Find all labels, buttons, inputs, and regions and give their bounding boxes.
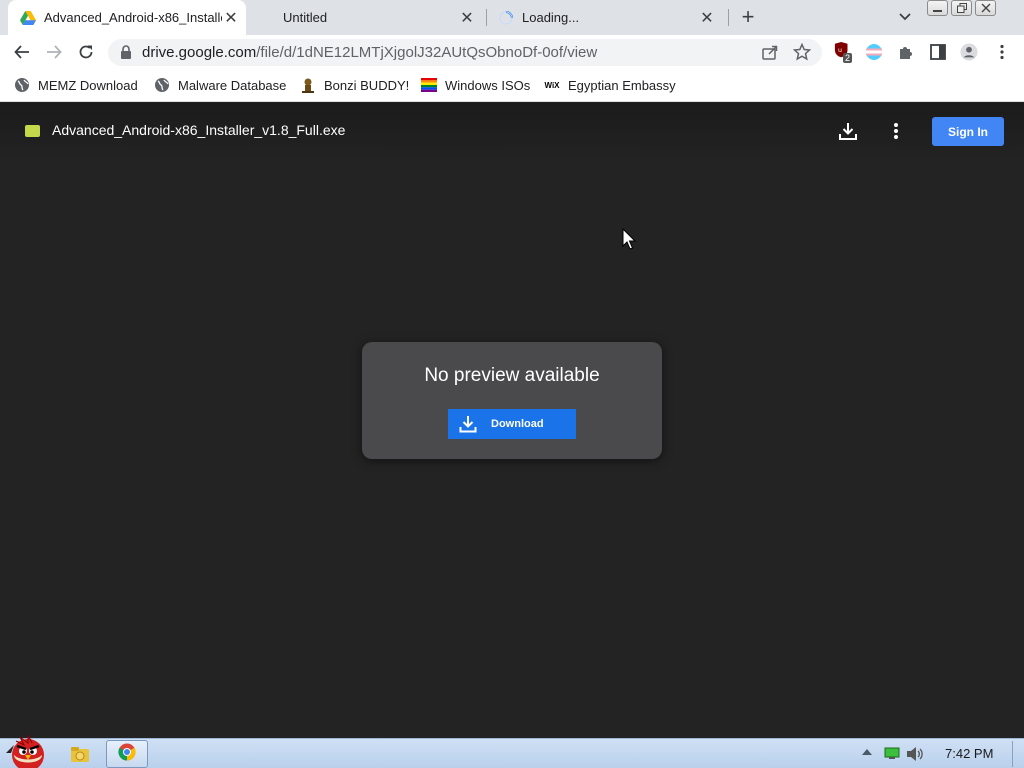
bookmark-label: Bonzi BUDDY!: [324, 77, 410, 93]
tab-separator: [486, 9, 487, 26]
bookmark-malware-database[interactable]: Malware Database: [154, 76, 286, 94]
mouse-cursor-icon: [622, 227, 638, 252]
minimize-button[interactable]: [927, 0, 948, 16]
viewer-header: Advanced_Android-x86_Installer_v1.8_Full…: [0, 103, 1024, 161]
tab-title: Loading...: [522, 10, 580, 25]
bookmark-star-icon[interactable]: [793, 43, 811, 61]
chrome-taskbar-button[interactable]: [106, 740, 148, 768]
download-button-label: Download: [491, 418, 544, 430]
extensions-puzzle-icon[interactable]: [897, 43, 915, 61]
reload-button[interactable]: [75, 41, 97, 63]
wix-icon: WiX: [544, 80, 560, 90]
network-icon[interactable]: [884, 747, 900, 760]
profile-avatar-icon[interactable]: [960, 43, 978, 61]
taskbar: 7:42 PM: [0, 734, 1024, 768]
url-host: drive.google.com: [142, 44, 257, 61]
restore-button[interactable]: [951, 0, 972, 16]
tab-loading[interactable]: Loading... ✕: [494, 0, 722, 35]
bookmark-windows-isos[interactable]: Windows ISOs: [421, 76, 530, 94]
bookmark-label: MEMZ Download: [38, 77, 138, 93]
url-text: drive.google.com/file/d/1dNE12LMTjXjgolJ…: [142, 44, 597, 61]
bonzi-icon: [300, 77, 316, 93]
bookmark-bonzi-buddy[interactable]: Bonzi BUDDY!: [300, 76, 409, 94]
globe-icon: [14, 77, 30, 93]
lock-icon[interactable]: [120, 45, 132, 64]
svg-text:u: u: [838, 47, 842, 54]
url-path: /file/d/1dNE12LMTjXjgolJ32AUtQsObnoDf-0o…: [256, 44, 598, 61]
tab-title: Advanced_Android-x86_Installer_v1.8_Full…: [44, 10, 222, 25]
no-preview-card: No preview available Download: [362, 342, 662, 459]
close-tab-icon[interactable]: ✕: [458, 9, 476, 27]
ublock-extension-icon[interactable]: u 2: [834, 42, 853, 63]
system-clock[interactable]: 7:42 PM: [945, 746, 993, 761]
file-explorer-icon[interactable]: [70, 744, 90, 764]
bookmarks-bar: MEMZ Download Malware Database Bonzi BUD…: [0, 69, 1024, 102]
google-drive-icon: [20, 10, 36, 26]
bookmark-egyptian-embassy[interactable]: WiX Egyptian Embassy: [544, 76, 676, 94]
bookmark-memz-download[interactable]: MEMZ Download: [14, 76, 138, 94]
close-window-button[interactable]: [975, 0, 996, 16]
back-button[interactable]: [11, 41, 33, 63]
bookmark-label: Windows ISOs: [445, 77, 531, 93]
tab-drive-file[interactable]: Advanced_Android-x86_Installer_v1.8_Full…: [8, 0, 246, 35]
more-options-icon[interactable]: [886, 121, 906, 141]
download-button[interactable]: Download: [448, 409, 576, 439]
start-button[interactable]: [2, 731, 50, 768]
volume-icon[interactable]: [906, 746, 924, 762]
browser-menu-icon[interactable]: [993, 43, 1011, 61]
tab-separator: [728, 9, 729, 26]
forward-button[interactable]: [43, 41, 65, 63]
file-name: Advanced_Android-x86_Installer_v1.8_Full…: [52, 122, 346, 138]
share-icon[interactable]: [761, 43, 779, 61]
loading-spinner-icon: [498, 10, 514, 26]
chrome-icon: [118, 743, 136, 766]
sign-in-button[interactable]: Sign In: [932, 117, 1004, 146]
globe-icon: [154, 77, 170, 93]
new-tab-button[interactable]: +: [737, 6, 759, 29]
rainbow-flag-icon: [421, 77, 437, 93]
file-type-icon: [25, 125, 40, 137]
close-tab-icon[interactable]: ✕: [698, 9, 716, 27]
extension-badge: 2: [843, 53, 853, 63]
window-controls: [927, 0, 996, 16]
tab-strip: Advanced_Android-x86_Installer_v1.8_Full…: [0, 0, 1024, 35]
chevron-down-icon[interactable]: [896, 8, 914, 26]
side-panel-icon[interactable]: [929, 43, 947, 61]
download-icon[interactable]: [838, 121, 858, 141]
no-preview-message: No preview available: [424, 365, 600, 386]
tab-untitled[interactable]: Untitled ✕: [268, 0, 482, 35]
browser-toolbar: drive.google.com/file/d/1dNE12LMTjXjgolJ…: [0, 35, 1024, 69]
close-tab-icon[interactable]: ✕: [222, 9, 240, 27]
pride-extension-icon[interactable]: [865, 43, 883, 61]
tray-expand-icon[interactable]: [862, 749, 872, 755]
bookmark-label: Egyptian Embassy: [568, 77, 676, 93]
file-viewer: Advanced_Android-x86_Installer_v1.8_Full…: [0, 103, 1024, 738]
show-desktop-button[interactable]: [1012, 741, 1022, 767]
bookmark-label: Malware Database: [178, 77, 287, 93]
download-icon: [459, 415, 477, 433]
address-bar[interactable]: drive.google.com/file/d/1dNE12LMTjXjgolJ…: [108, 39, 822, 66]
tab-title: Untitled: [283, 10, 328, 25]
